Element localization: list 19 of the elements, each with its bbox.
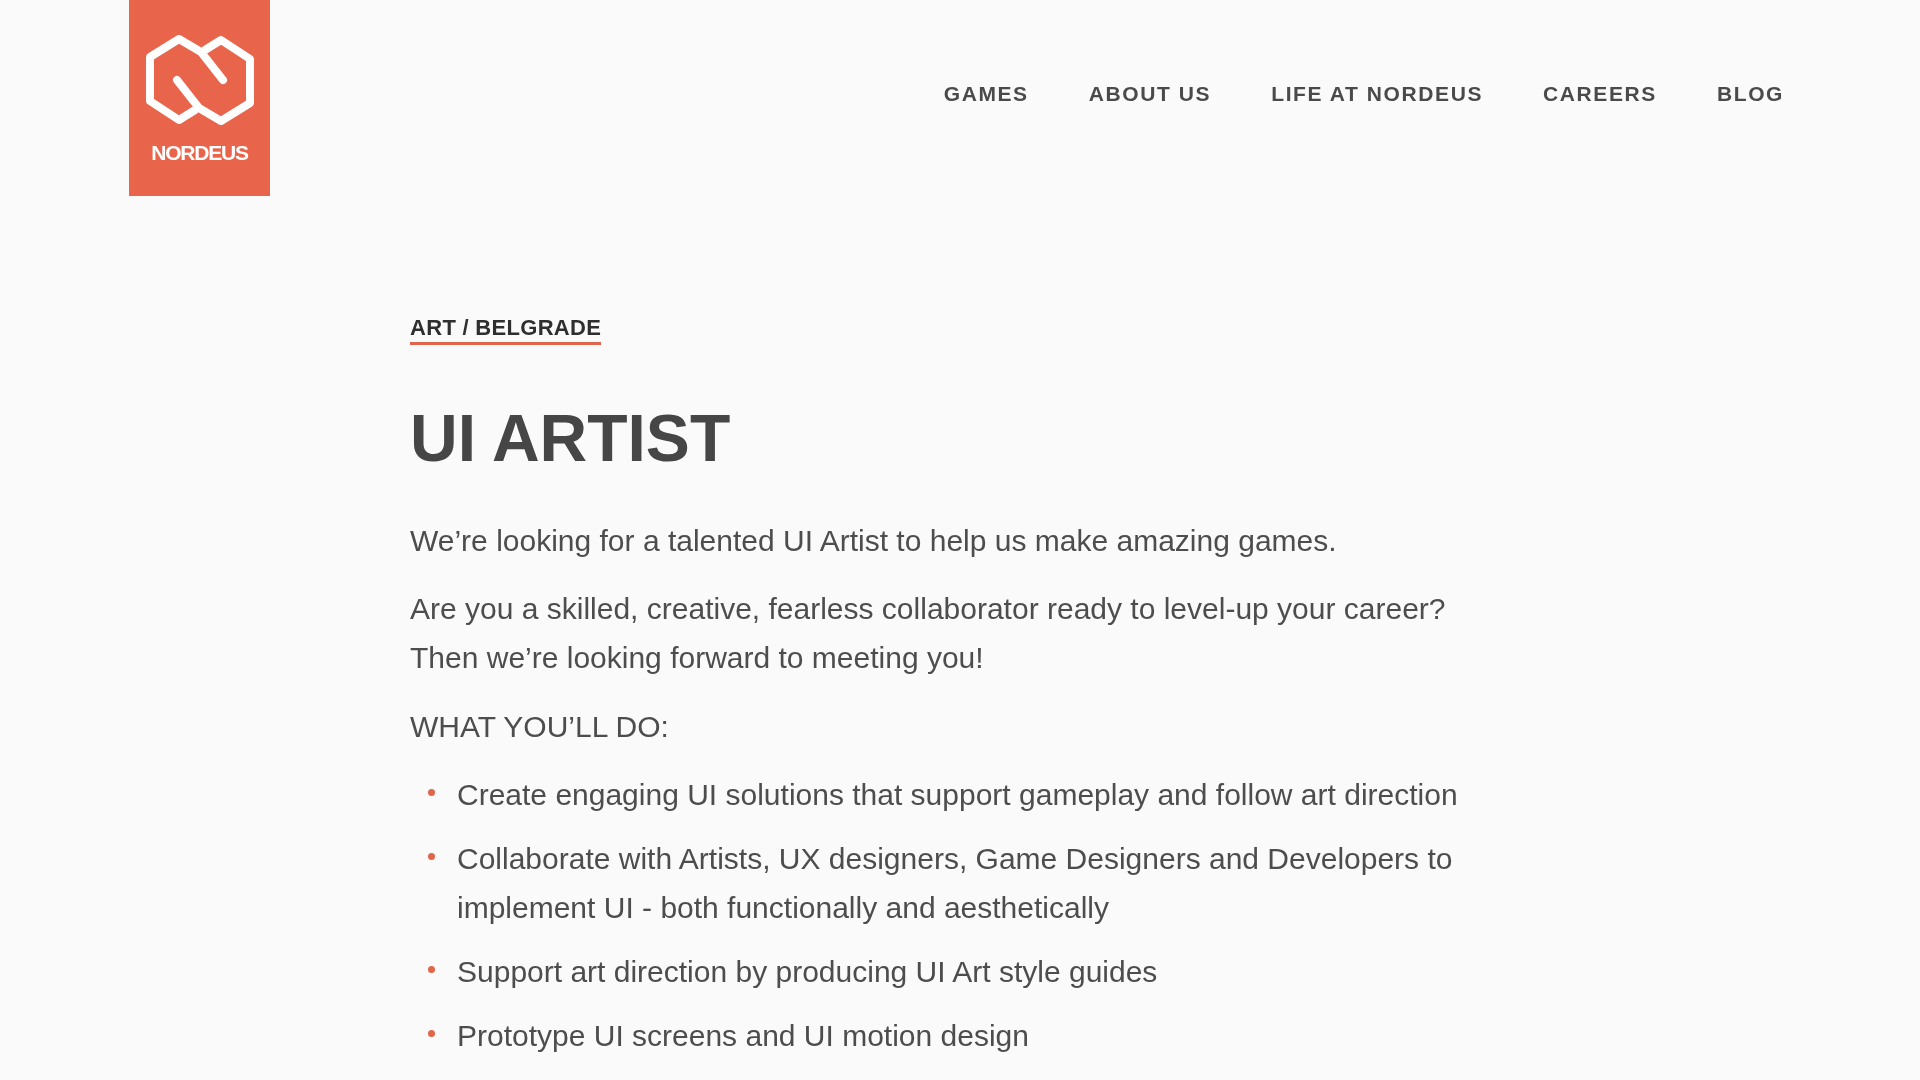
nav-link[interactable]: ABOUT US [1088,82,1212,106]
duty-item: Collaborate with Artists, UX designers, Game Designers and Developers to implement UI - both functionally and aesthetically [457,841,1454,926]
nav-link[interactable]: CAREERS [1543,82,1657,106]
logo-mark-icon [145,35,254,125]
duty-item: Support art direction by producing UI Art style guides [457,954,1158,990]
nav-link[interactable]: GAMES [943,82,1029,106]
job-title: UI ARTIST [410,400,731,476]
intro-paragraph: We’re looking for a talented UI Artist to help us make amazing games. [410,523,1337,559]
section-heading: WHAT YOU’LL DO: [410,709,669,745]
nav-link[interactable]: LIFE AT NORDEUS [1271,82,1484,106]
intro-paragraph: Are you a skilled, creative, fearless collaborator ready to level-up your career? Then we’re looking forward to meeting you! [410,591,1447,676]
category-link[interactable]: ART / BELGRADE [410,315,602,345]
bullet-dot-icon [428,966,435,973]
duty-item: Create engaging UI solutions that support gameplay and follow art direction [457,777,1458,813]
duty-item: Prototype UI screens and UI motion design [457,1018,1029,1054]
bullet-dot-icon [428,789,435,796]
bullet-dot-icon [428,853,435,860]
nav-link[interactable]: BLOG [1716,82,1784,106]
bullet-dot-icon [428,1030,435,1037]
